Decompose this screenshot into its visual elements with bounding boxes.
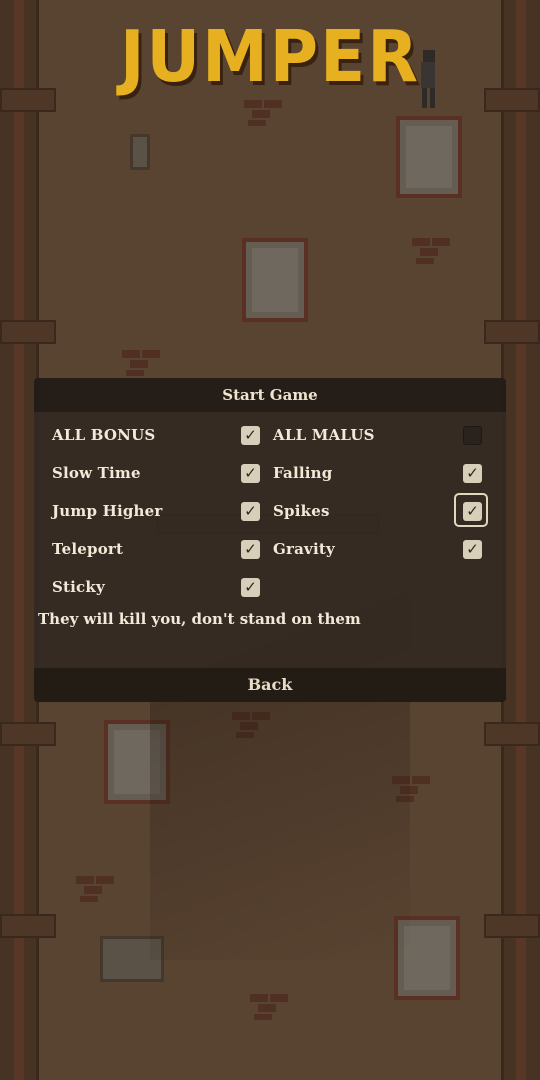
option-label-teleport: Teleport bbox=[52, 540, 124, 558]
checkmark-icon[interactable]: ✓ bbox=[241, 540, 260, 559]
option-label-all-bonus: ALL BONUS bbox=[52, 426, 156, 444]
checkmark-icon[interactable]: ✓ bbox=[463, 464, 482, 483]
dialog-header: Start Game bbox=[34, 378, 506, 412]
start-game-dialog: Start Game ALL BONUS ✓ Slow Time ✓ Jump … bbox=[34, 378, 506, 702]
option-label-spikes: Spikes bbox=[273, 502, 330, 520]
checkmark-icon[interactable]: ✓ bbox=[463, 502, 482, 521]
checkmark-icon[interactable]: ✓ bbox=[241, 464, 260, 483]
option-label-sticky: Sticky bbox=[52, 578, 105, 596]
back-button[interactable]: Back bbox=[34, 668, 506, 702]
checkmark-icon[interactable]: ✓ bbox=[463, 540, 482, 559]
checkmark-icon[interactable]: ✓ bbox=[241, 426, 260, 445]
option-label-slow-time: Slow Time bbox=[52, 464, 141, 482]
option-label-gravity: Gravity bbox=[273, 540, 335, 558]
game-title: JUMPER bbox=[119, 14, 421, 99]
option-label-jump-higher: Jump Higher bbox=[52, 502, 163, 520]
player-character bbox=[418, 50, 438, 108]
checkmark-icon[interactable]: ✓ bbox=[241, 578, 260, 597]
option-label-falling: Falling bbox=[273, 464, 333, 482]
unchecked-box-icon[interactable] bbox=[463, 426, 482, 445]
option-description: They will kill you, don't stand on them bbox=[38, 610, 361, 628]
checkmark-icon[interactable]: ✓ bbox=[241, 502, 260, 521]
option-label-all-malus: ALL MALUS bbox=[273, 426, 375, 444]
